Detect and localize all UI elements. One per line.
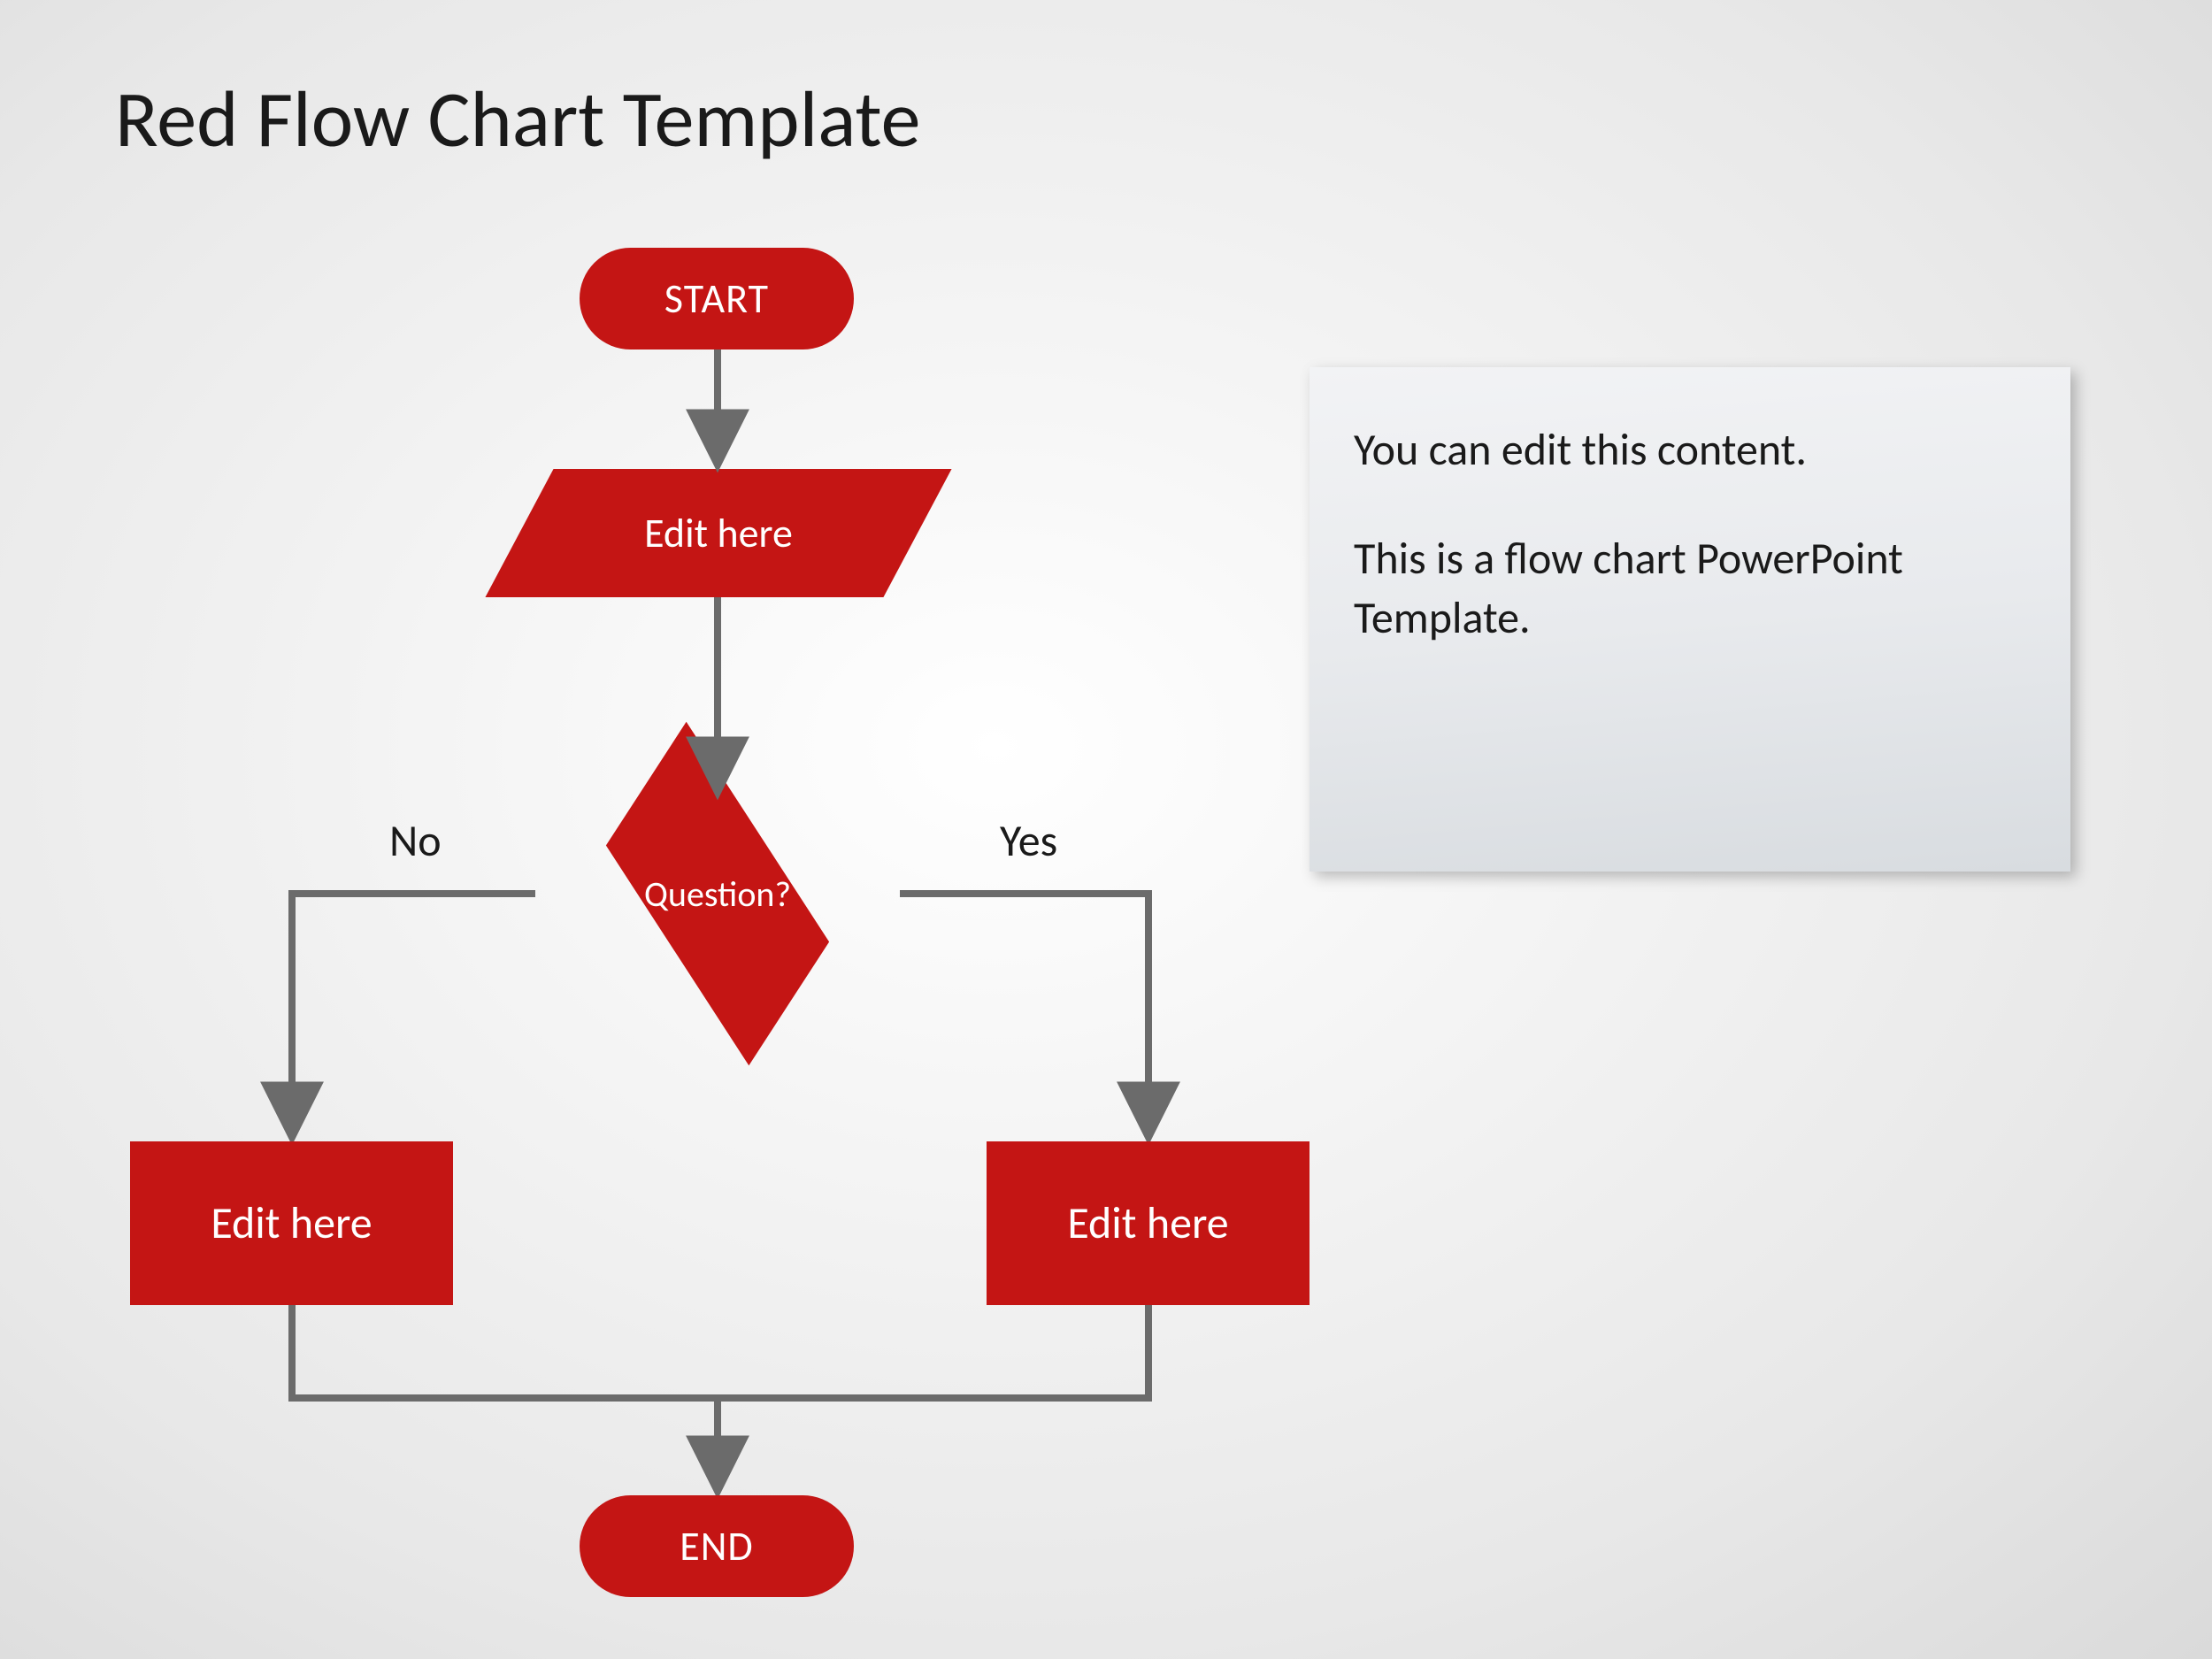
end-node: END	[580, 1495, 854, 1597]
flowchart: START Edit here Question? No Yes Edit he…	[0, 0, 2212, 1659]
branch-label-yes: Yes	[1000, 814, 1057, 868]
connectors	[0, 0, 2212, 1659]
decision-node: Question?	[536, 792, 899, 995]
process-node-top: Edit here	[519, 469, 918, 597]
branch-label-no: No	[389, 814, 442, 868]
start-node: START	[580, 248, 854, 349]
process-node-left: Edit here	[130, 1141, 453, 1305]
process-node-right: Edit here	[987, 1141, 1310, 1305]
